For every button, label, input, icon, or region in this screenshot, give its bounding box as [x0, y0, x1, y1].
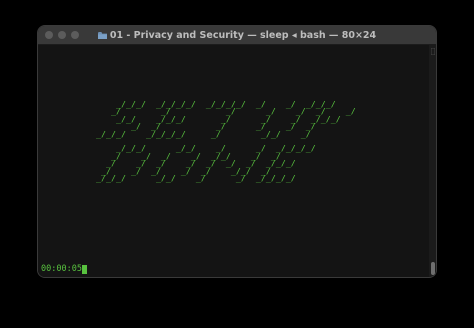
terminal-window: 01 - Privacy and Security — sleep ◂ bash… [38, 26, 436, 277]
window-title-group: 01 - Privacy and Security — sleep ◂ bash… [38, 26, 436, 44]
terminal-content[interactable]: _/_/_/ _/_/_/_/ _/_/_/_/ _/ _/ _/_/_/ _/… [38, 45, 430, 277]
scroll-up-icon[interactable] [431, 48, 435, 55]
text-cursor [81, 264, 87, 274]
countdown-timer: 00:00:05 [41, 264, 82, 274]
title-bar[interactable]: 01 - Privacy and Security — sleep ◂ bash… [38, 26, 436, 45]
window-title: 01 - Privacy and Security — sleep ◂ bash… [109, 29, 377, 41]
folder-icon [97, 31, 107, 39]
scrollbar[interactable] [429, 45, 436, 277]
prompt-line: 00:00:05 [41, 264, 87, 274]
scroll-thumb[interactable] [431, 262, 435, 275]
setup-done-banner: _/_/_/ _/_/_/_/ _/_/_/_/ _/ _/ _/_/_/ _/… [96, 99, 356, 184]
